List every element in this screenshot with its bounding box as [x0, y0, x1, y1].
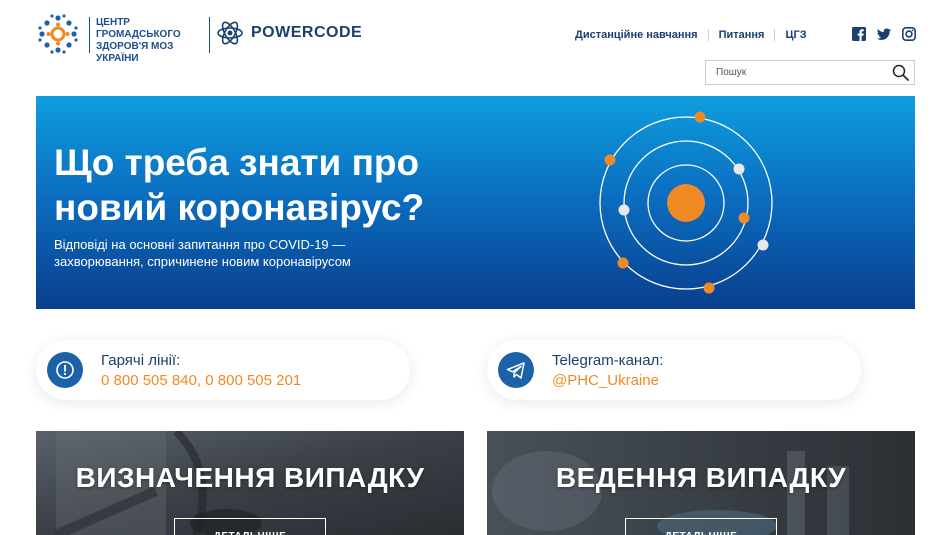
phc-logo-icon[interactable]: [36, 12, 80, 56]
org-name-line1: ЦЕНТР ГРОМАДСЬКОГО: [96, 17, 181, 40]
org-name[interactable]: ЦЕНТР ГРОМАДСЬКОГО ЗДОРОВ'Я МОЗ УКРАЇНИ: [89, 17, 209, 64]
case-management-tile[interactable]: ВЕДЕННЯ ВИПАДКУ ДЕТАЛЬНІШЕ: [487, 431, 915, 535]
case-definition-tile[interactable]: ВИЗНАЧЕННЯ ВИПАДКУ ДЕТАЛЬНІШЕ: [36, 431, 464, 535]
hero-banner[interactable]: Що треба знати про новий коронавірус? Ві…: [36, 96, 915, 309]
telegram-title: Telegram-канал:: [552, 352, 664, 369]
case-definition-title: ВИЗНАЧЕННЯ ВИПАДКУ: [75, 462, 425, 493]
nav-link-phc[interactable]: ЦГЗ: [774, 29, 816, 41]
logo-divider: [209, 17, 210, 53]
case-management-details-button[interactable]: ДЕТАЛЬНІШЕ: [625, 518, 777, 535]
search-box: [705, 60, 915, 85]
site-header: ЦЕНТР ГРОМАДСЬКОГО ЗДОРОВ'Я МОЗ УКРАЇНИ …: [0, 0, 950, 92]
search-icon[interactable]: [892, 64, 909, 81]
facebook-icon[interactable]: [852, 27, 866, 41]
nav-link-questions[interactable]: Питання: [707, 29, 775, 41]
hotline-card: Гарячі лінії: 0 800 505 840, 0 800 505 2…: [36, 340, 410, 400]
hotline-icon-circle: [47, 352, 83, 388]
case-management-title: ВЕДЕННЯ ВИПАДКУ: [555, 462, 847, 493]
search-input[interactable]: [706, 61, 886, 84]
telegram-icon: [506, 362, 525, 379]
hero-subtitle: Відповіді на основні запитання про COVID…: [54, 237, 351, 269]
info-icon: [56, 361, 74, 379]
twitter-icon[interactable]: [877, 27, 891, 41]
case-definition-details-button[interactable]: ДЕТАЛЬНІШЕ: [174, 518, 326, 535]
nav-link-distance-learning[interactable]: Дистанційне навчання: [565, 29, 708, 41]
top-navigation: Дистанційне навчання Питання ЦГЗ: [565, 29, 817, 41]
atom-illustration-icon: [599, 111, 773, 294]
hero-title: Що треба знати про новий коронавірус?: [54, 142, 425, 228]
telegram-card: Telegram-канал: @PHC_Ukraine: [487, 340, 861, 400]
telegram-icon-circle: [498, 352, 534, 388]
hotline-numbers[interactable]: 0 800 505 840, 0 800 505 201: [101, 372, 301, 389]
powercode-logo-text[interactable]: POWERCODE: [251, 24, 362, 42]
instagram-icon[interactable]: [902, 27, 916, 41]
hotline-title: Гарячі лінії:: [101, 352, 181, 369]
powercode-logo-icon[interactable]: [217, 19, 243, 47]
org-name-line2: ЗДОРОВ'Я МОЗ УКРАЇНИ: [96, 41, 174, 64]
telegram-handle[interactable]: @PHC_Ukraine: [552, 372, 659, 389]
